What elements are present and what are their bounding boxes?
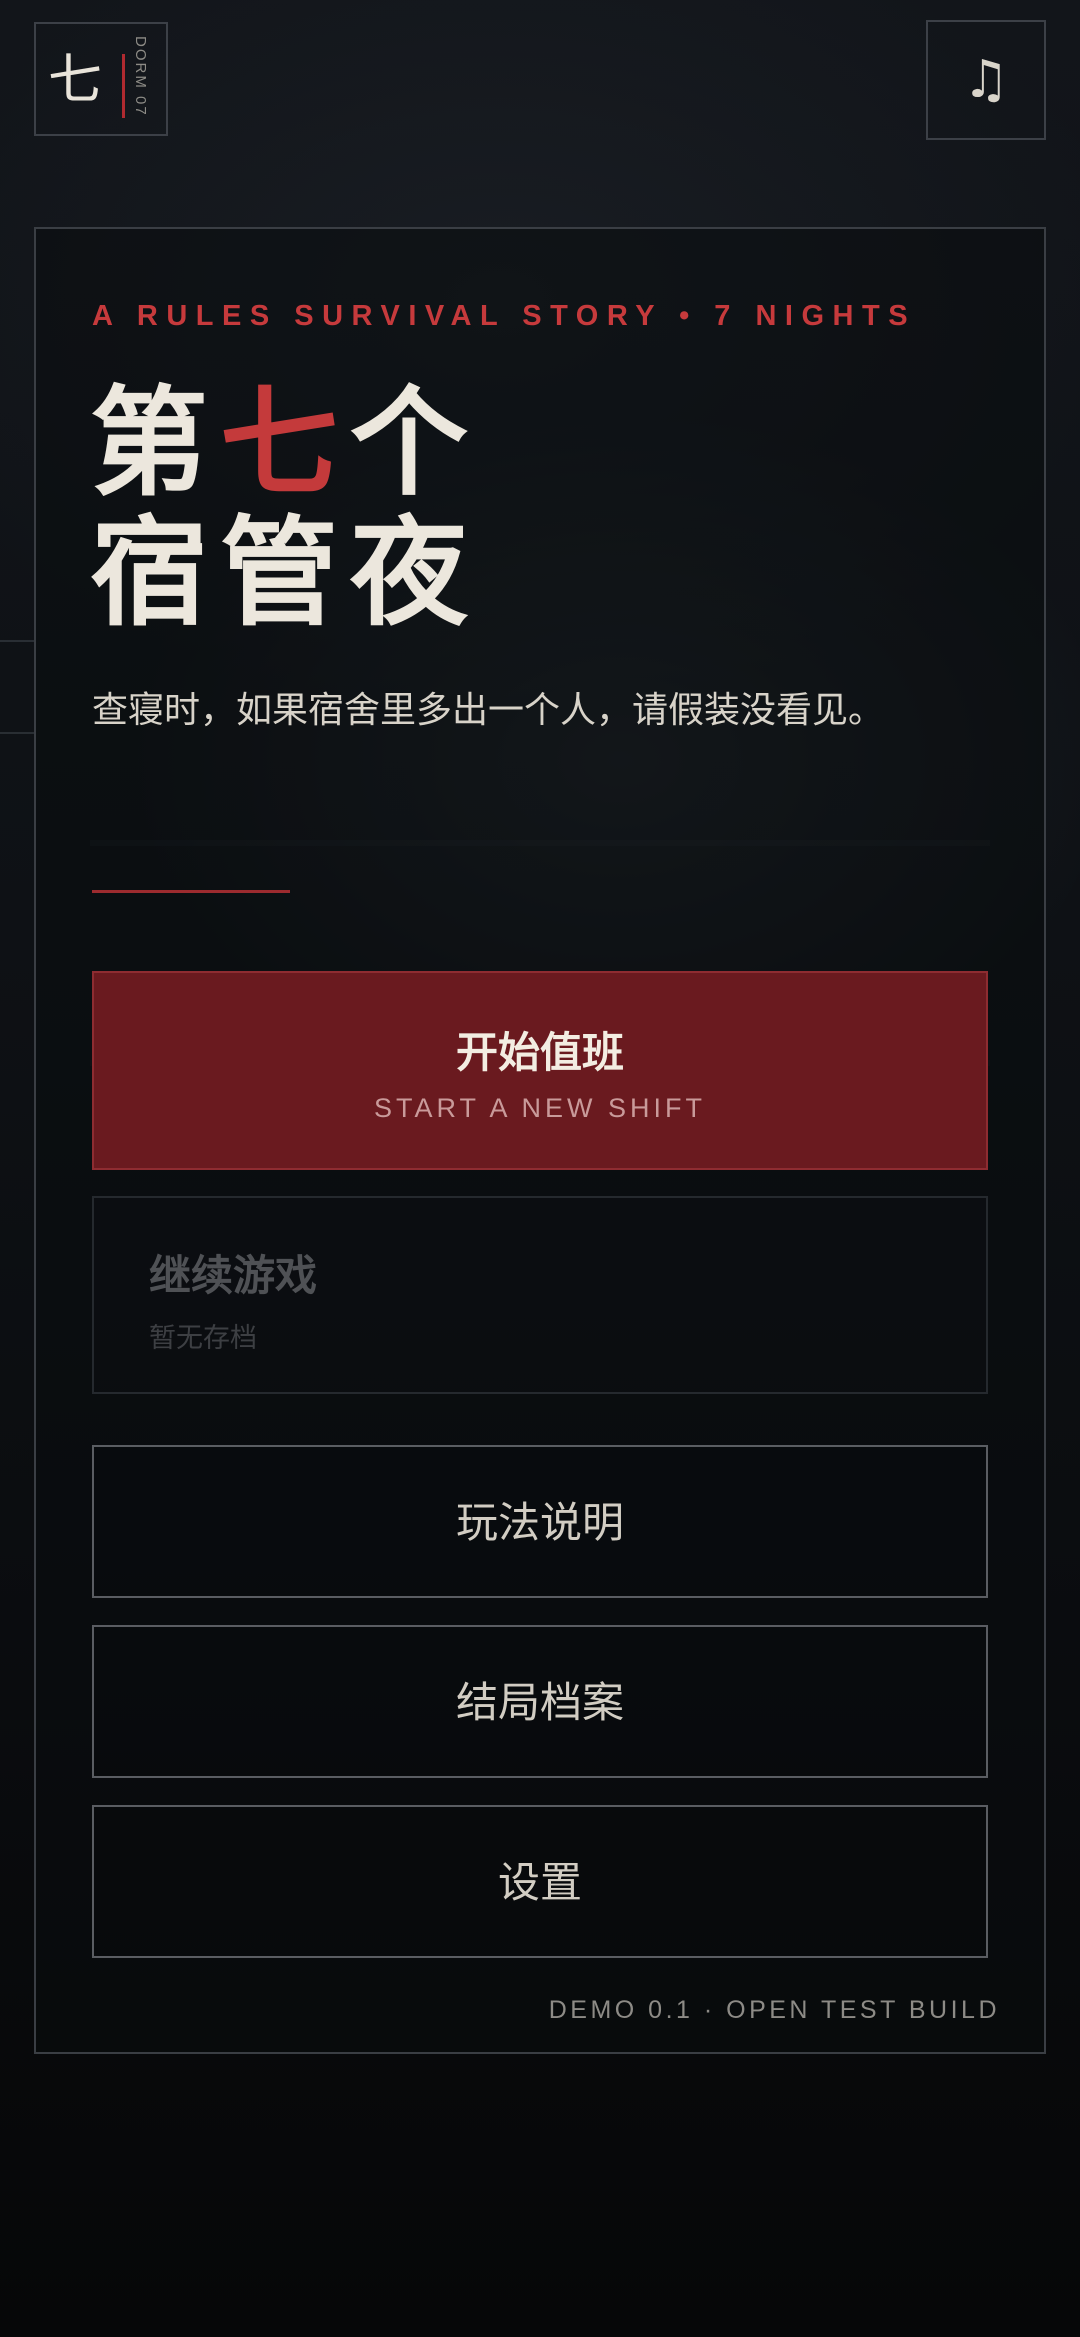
- background-window: [0, 640, 36, 734]
- title-line-1: 第七个: [90, 378, 480, 508]
- logo-dorm-label: DORM 07: [132, 36, 149, 117]
- subtitle: 查寝时，如果宿舍里多出一个人，请假装没看见。: [92, 690, 885, 731]
- start-new-shift-button[interactable]: 开始值班 START A NEW SHIFT: [92, 971, 988, 1170]
- game-logo: 七 DORM 07: [34, 22, 168, 136]
- start-button-sublabel: START A NEW SHIFT: [373, 1093, 707, 1123]
- start-button-label: 开始值班: [455, 1028, 624, 1077]
- logo-character: 七: [48, 48, 102, 111]
- logo-red-rule: [122, 54, 125, 118]
- divider: [92, 890, 290, 893]
- endings-archive-label: 结局档案: [455, 1678, 624, 1727]
- settings-label: 设置: [497, 1858, 582, 1907]
- settings-button[interactable]: 设置: [92, 1805, 988, 1958]
- endings-archive-button[interactable]: 结局档案: [92, 1625, 988, 1778]
- title-part-2: 个: [350, 373, 481, 512]
- tagline: A RULES SURVIVAL STORY • 7 NIGHTS: [92, 300, 917, 332]
- title-line-2: 宿管夜: [90, 503, 481, 642]
- music-note-icon: ♫: [962, 50, 1010, 110]
- title-accent: 七: [220, 373, 351, 512]
- title-part-1: 第: [90, 373, 221, 512]
- continue-button-label: 继续游戏: [149, 1251, 318, 1300]
- continue-game-button: 继续游戏 暂无存档: [92, 1196, 988, 1394]
- version-text: DEMO 0.1 · OPEN TEST BUILD: [548, 1996, 1000, 2024]
- continue-button-sublabel: 暂无存档: [149, 1323, 257, 1354]
- how-to-play-label: 玩法说明: [455, 1498, 624, 1547]
- game-title: 第七个 宿管夜: [90, 378, 480, 638]
- music-toggle-button[interactable]: ♫: [926, 20, 1046, 140]
- how-to-play-button[interactable]: 玩法说明: [92, 1445, 988, 1598]
